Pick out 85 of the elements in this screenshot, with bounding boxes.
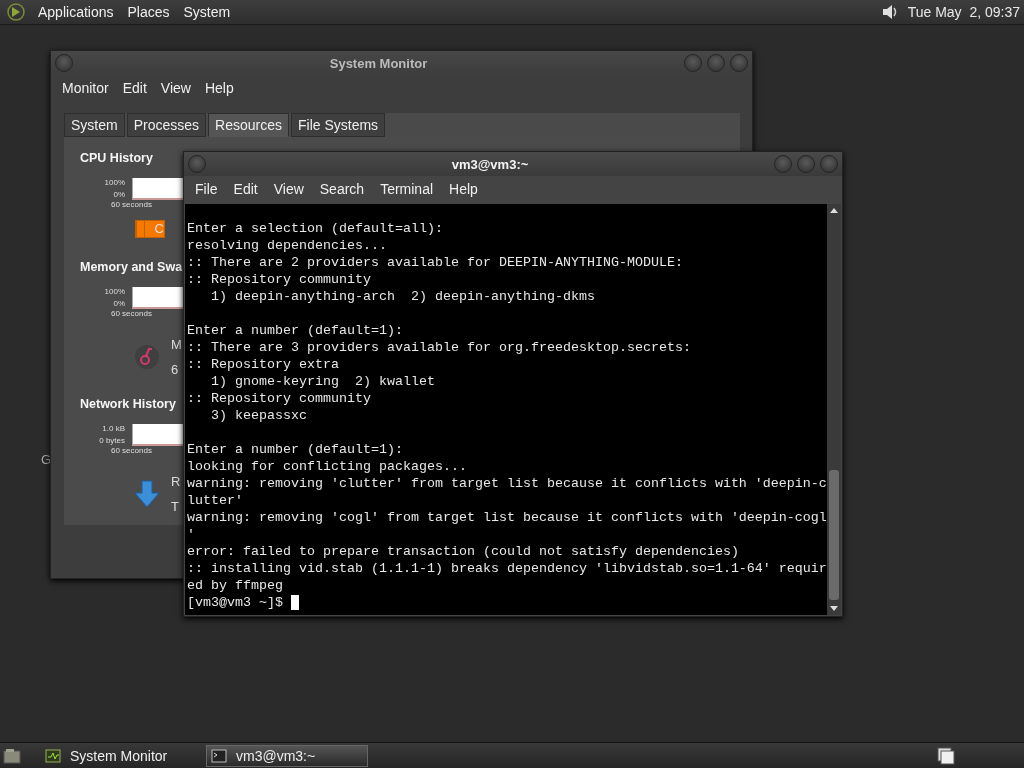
tab[interactable]: System: [64, 113, 125, 137]
axis-label: 0%: [113, 299, 125, 309]
axis-label: 100%: [104, 287, 125, 297]
color-swatch[interactable]: [136, 220, 145, 238]
window-button[interactable]: [684, 54, 702, 72]
taskbar-button[interactable]: System Monitor: [41, 744, 203, 767]
axis-label: 60 seconds: [111, 309, 152, 319]
terminal-line: :: Repository extra: [187, 356, 339, 373]
menu-item[interactable]: File: [187, 181, 226, 197]
tab[interactable]: File Systems: [290, 113, 386, 137]
window-button[interactable]: [797, 155, 815, 173]
terminal-line: resolving dependencies...: [187, 237, 387, 254]
terminal-line: :: Repository community: [187, 390, 371, 407]
menu-item[interactable]: Monitor: [55, 80, 116, 96]
window-menu-button[interactable]: [55, 54, 73, 72]
tab[interactable]: Resources: [208, 113, 289, 137]
terminal-line: :: Repository community: [187, 271, 371, 288]
axis-label: 60 seconds: [111, 200, 152, 210]
desktop-text: G: [41, 452, 52, 467]
menu-item[interactable]: Terminal: [372, 181, 442, 197]
window-button[interactable]: [707, 54, 725, 72]
gauge-icon: [134, 344, 160, 370]
axis-label: 1.0 kB: [102, 424, 125, 434]
section-title: Network History: [80, 396, 176, 412]
terminal-line: Enter a number (default=1):: [187, 441, 403, 458]
logo-icon[interactable]: [7, 3, 25, 21]
window-button[interactable]: [774, 155, 792, 173]
legend-text: T: [171, 498, 179, 515]
legend-text: C: [154, 221, 164, 237]
panel-menu[interactable]: Applications: [31, 4, 121, 20]
terminal-line: ': [187, 526, 195, 543]
section-title: Memory and Swa: [80, 259, 183, 275]
terminal-line: 3) keepassxc: [210, 407, 307, 424]
terminal-line: :: installing vid.stab (1.1.1-1) breaks dependency 'libvidstab.so=1.1-64' requir: [187, 560, 827, 577]
menu-item[interactable]: Help: [197, 80, 241, 96]
graph: [132, 287, 183, 309]
tab[interactable]: Processes: [126, 113, 207, 137]
window-button[interactable]: [820, 155, 838, 173]
panel-menu[interactable]: Places: [120, 4, 177, 20]
window-title: System Monitor: [329, 55, 428, 71]
terminal-line: ed by ffmpeg: [187, 577, 283, 594]
terminal-line: :: There are 3 providers available for org.freedesktop.secrets:: [187, 339, 691, 356]
window-button[interactable]: [730, 54, 748, 72]
terminal-line: warning: removing 'cogl' from target list because it conflicts with 'deepin-cogl: [187, 509, 827, 526]
scrollbar[interactable]: [827, 204, 841, 615]
terminal-line: 1) gnome-keyring 2) kwallet: [210, 373, 435, 390]
terminal-line: :: There are 2 providers available for DEEPIN-ANYTHING-MODULE:: [187, 254, 683, 271]
window-menu-button[interactable]: [188, 155, 206, 173]
graph: [132, 178, 183, 200]
scroll-down-arrow[interactable]: [830, 606, 838, 611]
axis-label: 0 bytes: [99, 436, 125, 446]
menu-item[interactable]: Search: [311, 181, 373, 197]
terminal-line: warning: removing 'clutter' from target list because it conflicts with 'deepin-c: [187, 475, 827, 492]
legend-text: M: [171, 336, 182, 353]
graph: [132, 424, 183, 446]
terminal-line: looking for conflicting packages...: [187, 458, 467, 475]
clock[interactable]: Tue May 2, 09:37: [907, 4, 1024, 20]
menu-item[interactable]: Edit: [115, 80, 154, 96]
taskbar-button[interactable]: vm3@vm3:~: [206, 744, 368, 767]
down-arrow-icon: [134, 480, 160, 508]
menu-item[interactable]: Help: [441, 181, 486, 197]
section-title: CPU History: [80, 150, 153, 166]
cursor: [291, 595, 299, 610]
axis-label: 60 seconds: [111, 446, 152, 456]
legend-text: 6: [171, 361, 179, 378]
window-title: vm3@vm3:~: [451, 156, 529, 172]
legend-text: R: [171, 473, 181, 490]
terminal-line: Enter a number (default=1):: [187, 322, 403, 339]
axis-label: 100%: [104, 178, 125, 188]
panel-menu[interactable]: System: [176, 4, 238, 20]
menu-item[interactable]: Edit: [225, 181, 266, 197]
terminal-line: lutter': [187, 492, 243, 509]
terminal-line: Enter a selection (default=all):: [187, 220, 443, 237]
terminal-line: 1) deepin-anything-arch 2) deepin-anything-dkms: [210, 288, 595, 305]
show-desktop-icon[interactable]: [3, 747, 21, 764]
terminal-prompt: [vm3@vm3 ~]$: [187, 594, 283, 611]
scroll-up-arrow[interactable]: [830, 208, 838, 213]
terminal-line: error: failed to prepare transaction (could not satisfy dependencies): [187, 543, 739, 560]
menu-item[interactable]: View: [265, 181, 312, 197]
terminal-icon: [211, 748, 227, 763]
menu-item[interactable]: View: [153, 80, 198, 96]
chart-icon: [45, 748, 61, 763]
scrollbar-thumb[interactable]: [829, 470, 839, 600]
axis-label: 0%: [113, 190, 125, 200]
workspace-icon[interactable]: [936, 745, 956, 766]
